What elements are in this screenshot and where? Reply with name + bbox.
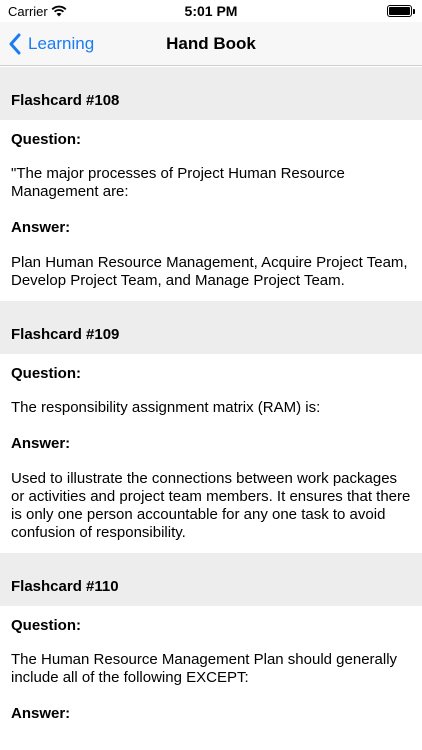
battery-icon xyxy=(387,5,412,17)
navigation-bar: Learning Hand Book xyxy=(0,22,422,66)
answer-text: Plan Human Resource Management, Acquire … xyxy=(11,254,408,289)
flashcard-title: Flashcard #108 xyxy=(11,92,120,109)
flashcard-header: Flashcard #109 xyxy=(0,301,422,354)
question-text: "The major processes of Project Human Re… xyxy=(11,165,345,200)
question-text: The Human Resource Management Plan shoul… xyxy=(11,651,398,686)
flashcard-list[interactable]: Flashcard #108 Question: "The major proc… xyxy=(0,67,422,750)
flashcard: Flashcard #110 Question: The Human Resou… xyxy=(0,553,422,750)
flashcard-title: Flashcard #109 xyxy=(11,326,120,343)
status-bar: Carrier 5:01 PM xyxy=(0,0,422,22)
page-title: Hand Book xyxy=(166,34,256,53)
answer-text xyxy=(0,722,422,750)
answer-label: Answer: xyxy=(11,435,71,452)
answer-label: Answer: xyxy=(11,219,71,236)
battery-tip xyxy=(413,9,415,14)
question-label: Question: xyxy=(11,365,81,382)
question-text: The responsibility assignment matrix (RA… xyxy=(11,399,321,416)
answer-text: Used to illustrate the connections betwe… xyxy=(11,470,411,541)
flashcard-title: Flashcard #110 xyxy=(11,578,119,595)
flashcard: Flashcard #108 Question: "The major proc… xyxy=(0,67,422,301)
clock: 5:01 PM xyxy=(184,3,238,19)
answer-label: Answer: xyxy=(11,705,71,722)
flashcard-header: Flashcard #110 xyxy=(0,553,422,606)
flashcard-header: Flashcard #108 xyxy=(0,67,422,120)
question-label: Question: xyxy=(11,131,81,148)
question-label: Question: xyxy=(11,617,81,634)
flashcard: Flashcard #109 Question: The responsibil… xyxy=(0,301,422,553)
